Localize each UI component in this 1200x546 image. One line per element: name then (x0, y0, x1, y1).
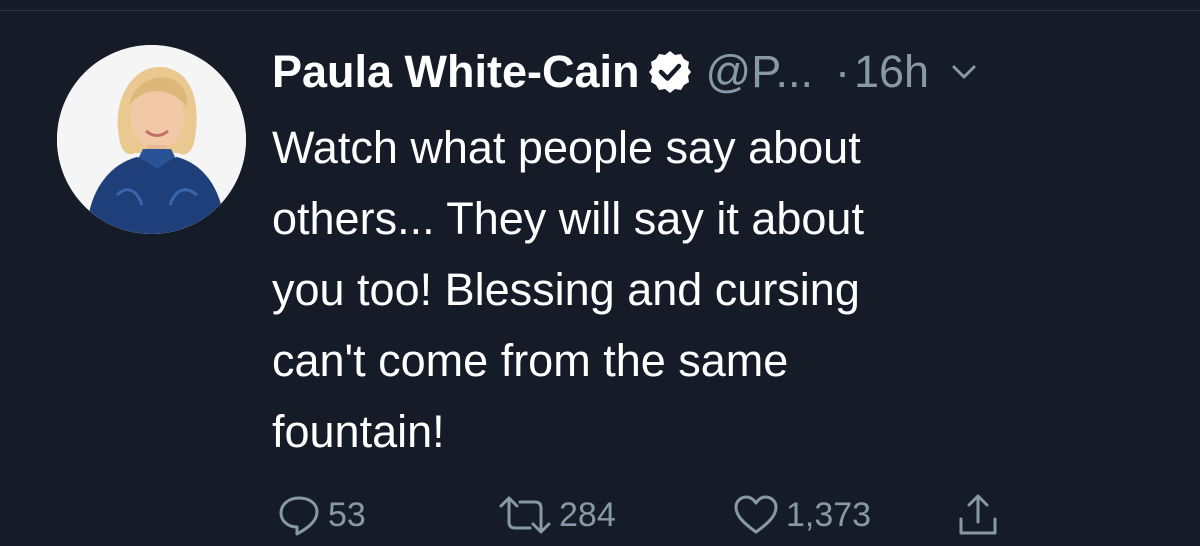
tweet-header: Paula White-Cain @P... · 16h (272, 44, 979, 100)
handle[interactable]: @P... (706, 46, 813, 98)
top-divider (0, 10, 1200, 11)
retweet-icon (497, 492, 553, 538)
share-icon (955, 492, 1001, 538)
tweet-actions: 53 284 1,373 (272, 485, 1172, 545)
reply-button[interactable]: 53 (276, 485, 366, 545)
share-button[interactable] (955, 485, 1001, 545)
tweet-text: Watch what people say about others... Th… (272, 122, 864, 457)
like-count: 1,373 (786, 495, 872, 534)
verified-badge-icon (646, 48, 694, 96)
display-name[interactable]: Paula White-Cain (272, 46, 640, 98)
separator-dot: · (834, 46, 850, 97)
heart-icon (732, 492, 780, 538)
avatar-image (57, 45, 246, 234)
speech-bubble-icon (276, 492, 322, 538)
chevron-down-icon[interactable] (949, 57, 979, 87)
avatar[interactable] (57, 45, 246, 234)
reply-count: 53 (328, 495, 366, 534)
retweet-button[interactable]: 284 (497, 485, 616, 545)
timestamp[interactable]: 16h (854, 46, 929, 98)
like-button[interactable]: 1,373 (732, 485, 871, 545)
retweet-count: 284 (559, 495, 616, 534)
